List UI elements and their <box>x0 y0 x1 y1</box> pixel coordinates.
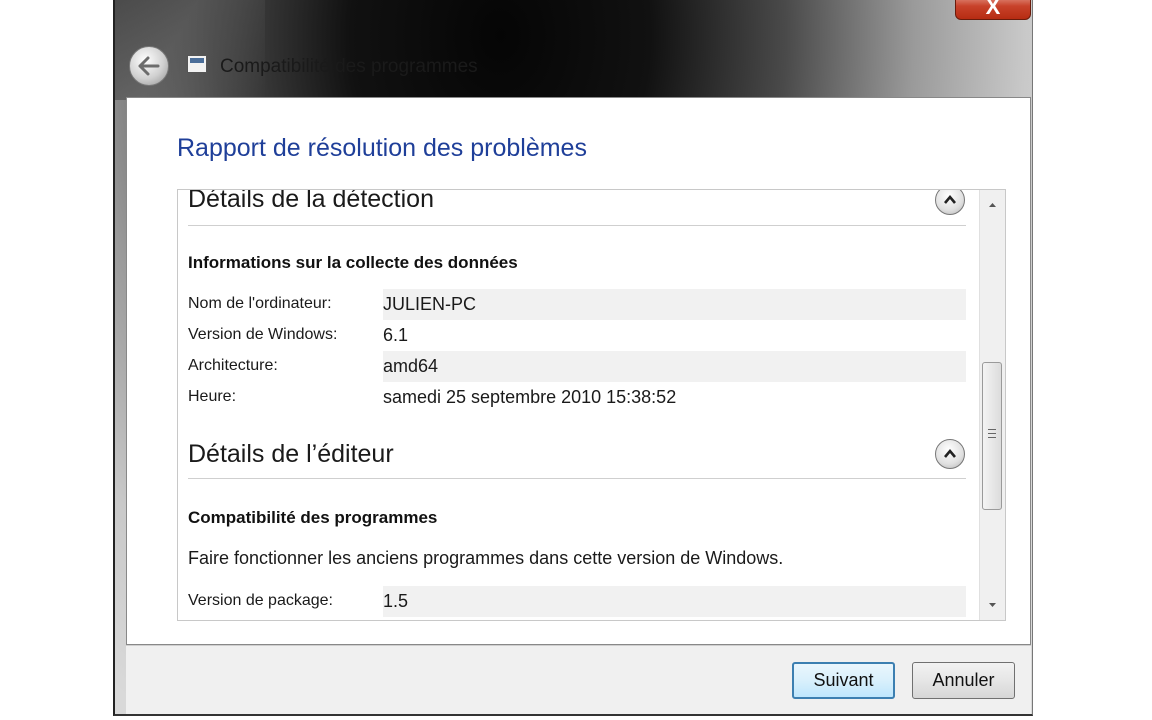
cancel-button[interactable]: Annuler <box>912 662 1015 699</box>
scroll-down-button[interactable] <box>980 592 1005 620</box>
window-title: Compatibilité des programmes <box>220 56 478 77</box>
divider <box>188 225 966 226</box>
scrollbar-thumb[interactable] <box>982 362 1002 510</box>
detail-row: Architecture: amd64 <box>188 351 966 382</box>
chevron-up-icon <box>944 194 956 204</box>
back-button[interactable] <box>129 46 169 86</box>
scroll-up-arrow-icon <box>989 203 996 207</box>
detail-value: 6.1 <box>383 325 409 345</box>
page-title: Rapport de résolution des problèmes <box>177 134 587 162</box>
detail-value: amd64 <box>383 356 439 376</box>
collapse-publisher-button[interactable] <box>935 439 965 469</box>
scroll-down-arrow-icon <box>989 603 996 607</box>
collapse-detection-button[interactable] <box>935 190 965 215</box>
publisher-section-title: Détails de l’éditeur <box>188 440 394 468</box>
vertical-scrollbar[interactable] <box>979 190 1005 620</box>
detail-value: samedi 25 septembre 2010 15:38:52 <box>383 387 677 407</box>
detail-row: Heure: samedi 25 septembre 2010 15:38:52 <box>188 382 966 413</box>
detail-value: JULIEN-PC <box>383 294 477 314</box>
detection-section-title: Détails de la détection <box>188 189 434 213</box>
publisher-subhead: Compatibilité des programmes <box>188 508 438 527</box>
detail-row: Version de Windows: 6.1 <box>188 320 966 351</box>
detail-label: Architecture: <box>188 357 278 374</box>
detail-label: Version de Windows: <box>188 326 338 343</box>
detail-row: Version de package: 1.5 <box>188 586 966 617</box>
scroll-up-button[interactable] <box>980 190 1005 218</box>
button-bar: Suivant Annuler <box>126 645 1031 714</box>
detail-label: Version de package: <box>188 592 333 609</box>
next-button[interactable]: Suivant <box>792 662 895 699</box>
divider <box>188 478 966 479</box>
grip-icon <box>988 429 996 441</box>
report-panel: Détails de la détection Informations sur… <box>177 189 1006 621</box>
program-compatibility-icon <box>187 55 207 73</box>
detail-label: Nom de l'ordinateur: <box>188 295 332 312</box>
detection-subhead: Informations sur la collecte des données <box>188 253 518 272</box>
detail-label: Heure: <box>188 388 237 405</box>
chevron-up-icon <box>944 448 956 458</box>
close-button[interactable]: X <box>955 0 1031 20</box>
back-arrow-icon <box>138 56 160 76</box>
detail-row: Nom de l'ordinateur: JULIEN-PC <box>188 289 966 320</box>
wizard-window: X Compatibilité des programmes Rapport d… <box>113 0 1033 716</box>
content-area: Rapport de résolution des problèmes Déta… <box>126 97 1031 645</box>
detail-value: 1.5 <box>383 591 409 611</box>
publisher-description: Faire fonctionner les anciens programmes… <box>188 548 784 568</box>
